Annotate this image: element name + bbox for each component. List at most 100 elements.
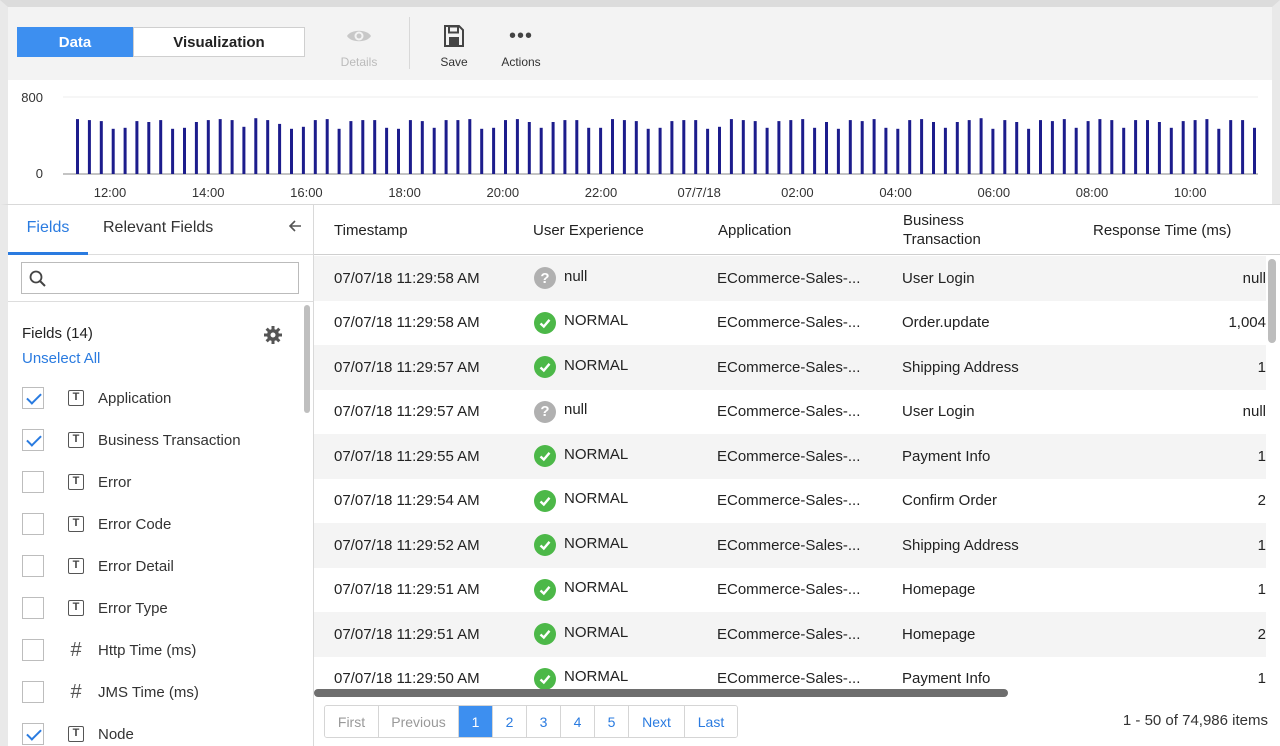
field-item[interactable]: # Http Time (ms) [22,629,302,671]
field-checkbox[interactable] [22,639,44,661]
histogram-bar[interactable] [1205,119,1209,174]
histogram-bar[interactable] [622,120,626,174]
histogram-bar[interactable] [1134,120,1138,174]
histogram-bar[interactable] [301,126,305,174]
histogram-bar[interactable] [266,120,270,174]
histogram-bar[interactable] [242,126,246,174]
histogram-bar[interactable] [1086,121,1090,174]
tab-data[interactable]: Data [17,27,133,57]
search-input[interactable] [52,267,292,289]
field-item[interactable]: T Error [22,461,302,503]
search-box[interactable] [21,262,299,294]
page-1-button[interactable]: 1 [459,706,493,737]
actions-button[interactable]: ••• Actions [491,21,551,69]
histogram-bar[interactable] [920,119,924,174]
histogram-bar[interactable] [290,128,293,174]
histogram-bar[interactable] [1217,128,1221,174]
field-item[interactable]: T Business Transaction [22,419,302,461]
column-header-user-experience[interactable]: User Experience [533,205,644,255]
histogram-bar[interactable] [801,119,805,174]
gear-icon[interactable] [263,325,283,345]
histogram-bar[interactable] [718,126,721,174]
histogram-bar[interactable] [480,128,484,174]
histogram-bar[interactable] [860,121,864,174]
histogram-bar[interactable] [1146,120,1149,174]
histogram-bar[interactable] [76,119,79,174]
field-item[interactable]: T Error Code [22,503,302,545]
column-header-response-time[interactable]: Response Time (ms) [1093,205,1231,255]
histogram-bar[interactable] [872,119,876,174]
histogram-bar[interactable] [337,128,341,174]
histogram-bar[interactable] [955,122,959,174]
histogram-bar[interactable] [1181,121,1185,174]
histogram-bar[interactable] [1050,121,1054,174]
histogram-bar[interactable] [1169,127,1173,174]
histogram-bar[interactable] [456,120,460,174]
histogram-bar[interactable] [753,121,757,174]
histogram-bar[interactable] [1039,120,1042,174]
histogram-bar[interactable] [682,120,686,174]
histogram-bar[interactable] [789,120,793,174]
details-button[interactable]: Details [329,21,389,69]
histogram-bar[interactable] [611,119,614,174]
histogram-bar[interactable] [599,127,603,174]
histogram-bar[interactable] [706,128,710,174]
table-row[interactable]: 07/07/18 11:29:58 AM? null ECommerce-Sales… [314,256,1266,301]
histogram-bar[interactable] [551,122,555,174]
histogram-bar[interactable] [385,127,389,174]
histogram-bar[interactable] [991,128,995,174]
histogram-bar[interactable] [694,120,698,174]
histogram-bar[interactable] [1193,120,1197,174]
histogram-bar[interactable] [218,119,222,174]
histogram-bar[interactable] [254,118,258,174]
histogram-bar[interactable] [444,120,448,174]
scrollbar[interactable] [304,305,310,413]
histogram-bar[interactable] [670,121,674,174]
histogram-bar[interactable] [408,120,412,174]
next-page-button[interactable]: Next [629,706,685,737]
field-checkbox[interactable] [22,513,44,535]
column-header-business-transaction[interactable]: Business Transaction [903,205,1013,255]
page-2-button[interactable]: 2 [493,706,527,737]
histogram-bar[interactable] [87,120,91,174]
histogram-bar[interactable] [504,120,507,174]
histogram-bar[interactable] [729,119,733,174]
field-item[interactable]: T Error Type [22,587,302,629]
histogram-bar[interactable] [813,127,817,174]
histogram-bar[interactable] [825,122,828,174]
histogram-bar[interactable] [183,127,186,174]
histogram-bar[interactable] [967,120,971,174]
histogram-bar[interactable] [147,122,151,174]
page-4-button[interactable]: 4 [561,706,595,737]
histogram-bar[interactable] [777,121,781,174]
field-checkbox[interactable] [22,387,44,409]
previous-page-button[interactable]: Previous [379,706,459,737]
page-5-button[interactable]: 5 [595,706,629,737]
table-row[interactable]: 07/07/18 11:29:58 AM NORMAL ECommerce-Sale… [314,301,1266,346]
field-checkbox[interactable] [22,597,44,619]
histogram-bar[interactable] [587,127,591,174]
histogram-bar[interactable] [765,127,769,174]
histogram-bar[interactable] [515,119,519,174]
table-row[interactable]: 07/07/18 11:29:52 AM NORMAL ECommerce-Sale… [314,523,1266,568]
page-3-button[interactable]: 3 [527,706,561,737]
histogram-bar[interactable] [1015,122,1019,174]
field-checkbox[interactable] [22,723,44,745]
histogram-bar[interactable] [1027,128,1031,174]
histogram-bar[interactable] [1122,127,1126,174]
table-row[interactable]: 07/07/18 11:29:57 AM? null ECommerce-Sales… [314,390,1266,435]
histogram-bar[interactable] [1253,127,1256,174]
histogram-bar[interactable] [123,127,127,174]
table-row[interactable]: 07/07/18 11:29:54 AM NORMAL ECommerce-Sale… [314,479,1266,524]
histogram-bar[interactable] [278,123,282,174]
histogram-bar[interactable] [468,119,472,174]
table-row[interactable]: 07/07/18 11:29:55 AM NORMAL ECommerce-Sale… [314,434,1266,479]
histogram-bar[interactable] [420,121,424,174]
histogram-bar[interactable] [1157,122,1161,174]
histogram-bar[interactable] [634,121,638,174]
histogram-bar[interactable] [432,127,436,174]
save-button[interactable]: Save [424,21,484,69]
histogram-bar[interactable] [313,120,317,174]
field-item[interactable]: T Error Detail [22,545,302,587]
histogram-bar[interactable] [325,119,329,174]
